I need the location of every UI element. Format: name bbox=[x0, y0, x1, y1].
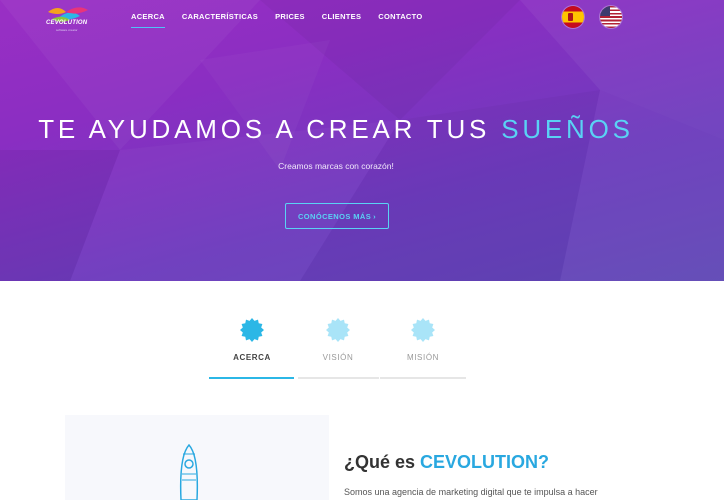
logo-tagline: software creator bbox=[56, 28, 78, 32]
section-title-prefix: ¿Qué es bbox=[344, 452, 421, 472]
nav-item-contacto[interactable]: CONTACTO bbox=[378, 12, 422, 31]
tab-underline bbox=[209, 377, 294, 379]
tab-underline bbox=[298, 377, 379, 379]
cta-button-label: CONÓCENOS MÁS bbox=[297, 211, 372, 221]
cta-button[interactable]: CONÓCENOS MÁS › bbox=[285, 203, 389, 229]
tab-label: ACERCA bbox=[233, 353, 271, 362]
rocket-icon bbox=[179, 444, 199, 500]
nav-item-acerca[interactable]: ACERCA bbox=[131, 12, 165, 31]
section-title-brand: CEVOLUTION? bbox=[420, 452, 550, 472]
chevron-right-icon: › bbox=[373, 211, 377, 221]
hero-title: TE AYUDAMOS A CREAR TUS SUEÑOS bbox=[0, 114, 672, 145]
usa-flag-icon[interactable] bbox=[600, 6, 622, 28]
tab-acerca[interactable]: ACERCA bbox=[212, 318, 292, 362]
tab-mision[interactable]: MISIÓN bbox=[383, 318, 463, 362]
section-title: ¿Qué es CEVOLUTION? bbox=[344, 452, 549, 473]
badge-icon bbox=[212, 318, 292, 342]
tab-label: MISIÓN bbox=[406, 353, 440, 362]
hero-subtitle: Creamos marcas con corazón! bbox=[278, 161, 394, 171]
hero-section: CEVOLUTION software creator ACERCA CARACT… bbox=[0, 0, 724, 281]
nav-item-clientes[interactable]: CLIENTES bbox=[322, 12, 362, 31]
hero-title-highlight: SUEÑOS bbox=[501, 114, 634, 144]
main-nav: ACERCA CARACTERÍSTICAS PRICES CLIENTES CONTA… bbox=[131, 12, 440, 31]
logo-wordmark: CEVOLUTION bbox=[46, 20, 88, 26]
badge-icon bbox=[383, 318, 463, 342]
hero-title-main: TE AYUDAMOS A CREAR TUS bbox=[38, 114, 502, 144]
tab-vision[interactable]: VISIÓN bbox=[298, 318, 378, 362]
nav-item-prices[interactable]: PRICES bbox=[275, 12, 305, 31]
tab-label: VISIÓN bbox=[322, 353, 354, 362]
section-text: Somos una agencia de marketing digital q… bbox=[344, 487, 598, 497]
badge-icon bbox=[298, 318, 378, 342]
nav-item-caracteristicas[interactable]: CARACTERÍSTICAS bbox=[182, 12, 258, 31]
spain-flag-icon[interactable] bbox=[562, 6, 584, 28]
tab-underline bbox=[380, 377, 466, 379]
